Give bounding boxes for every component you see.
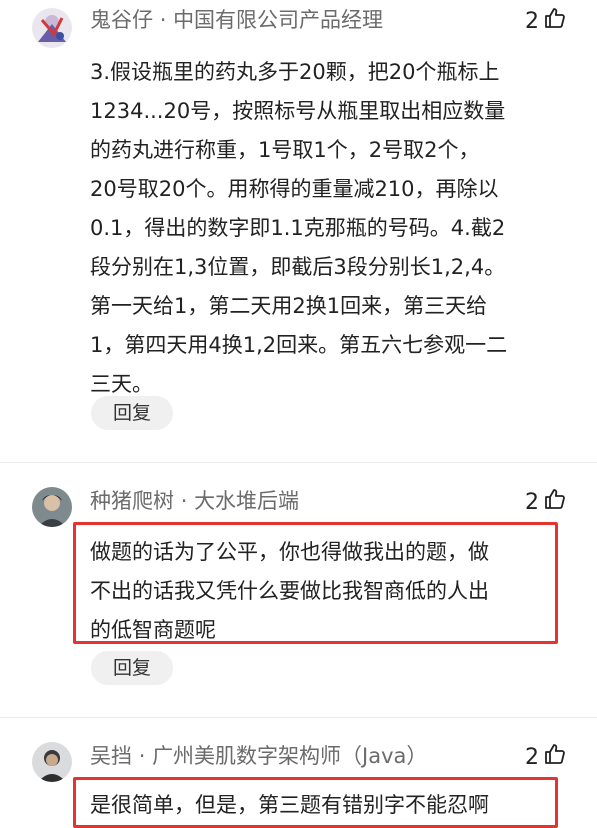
comment-body: 3.假设瓶里的药丸多于20颗，把20个瓶标上 1234...20号，按照标号从瓶… <box>90 53 560 404</box>
like-count: 2 <box>525 745 539 770</box>
divider <box>0 717 597 718</box>
meta-separator: · <box>138 744 146 768</box>
avatar[interactable] <box>32 8 72 48</box>
like-count: 2 <box>525 490 539 515</box>
author-title: 中国有限公司产品经理 <box>173 8 384 32</box>
comment-line: 的药丸进行称重，1号取1个，2号取2个， <box>90 138 480 162</box>
comment-line: 1，第四天用4换1,2回来。第五六七参观一二 <box>90 333 508 357</box>
comment-line: 1234...20号，按照标号从瓶里取出相应数量 <box>90 99 506 123</box>
comment-line: 20号取20个。用称得的重量减210，再除以 <box>90 177 499 201</box>
like-count: 2 <box>525 9 539 34</box>
meta-separator: · <box>180 489 188 513</box>
comment-line: 第一天给1，第二天用2换1回来，第三天给 <box>90 294 488 318</box>
thumbs-up-icon <box>543 742 567 774</box>
like-button[interactable]: 2 <box>525 6 567 38</box>
comment-line: 3.假设瓶里的药丸多于20颗，把20个瓶标上 <box>90 60 500 84</box>
reply-button[interactable]: 回复 <box>91 396 173 430</box>
reply-button[interactable]: 回复 <box>91 651 173 685</box>
comment-meta: 吴挡 · 广州美肌数字架构师（Java） <box>90 742 427 770</box>
avatar[interactable] <box>32 487 72 527</box>
comment-line: 段分别在1,3位置，即截后3段分别长1,2,4。 <box>90 255 506 279</box>
comment-body: 是很简单，但是，第三题有错别字不能忍啊 <box>90 786 560 825</box>
author-title: 大水堆后端 <box>194 489 300 513</box>
author-name[interactable]: 吴挡 <box>90 744 132 768</box>
thumbs-up-icon <box>543 487 567 519</box>
comment-line: 是很简单，但是，第三题有错别字不能忍啊 <box>90 793 489 817</box>
avatar[interactable] <box>32 742 72 782</box>
like-button[interactable]: 2 <box>525 487 567 519</box>
thumbs-up-icon <box>543 6 567 38</box>
divider <box>0 462 597 463</box>
author-name[interactable]: 种猪爬树 <box>90 489 174 513</box>
author-title: 广州美肌数字架构师（Java） <box>152 744 428 768</box>
comment-line: 0.1，得出的数字即1.1克那瓶的号码。4.截2 <box>90 216 506 240</box>
comment-body: 做题的话为了公平，你也得做我出的题，做 不出的话我又凭什么要做比我智商低的人出 … <box>90 533 560 650</box>
comment-line: 做题的话为了公平，你也得做我出的题，做 <box>90 540 489 564</box>
meta-separator: · <box>159 8 167 32</box>
like-button[interactable]: 2 <box>525 742 567 774</box>
comment-meta: 种猪爬树 · 大水堆后端 <box>90 487 299 515</box>
comment-line: 不出的话我又凭什么要做比我智商低的人出 <box>90 579 489 603</box>
author-name[interactable]: 鬼谷仔 <box>90 8 153 32</box>
comment-line: 的低智商题呢 <box>90 618 216 642</box>
comment-meta: 鬼谷仔 · 中国有限公司产品经理 <box>90 6 383 34</box>
